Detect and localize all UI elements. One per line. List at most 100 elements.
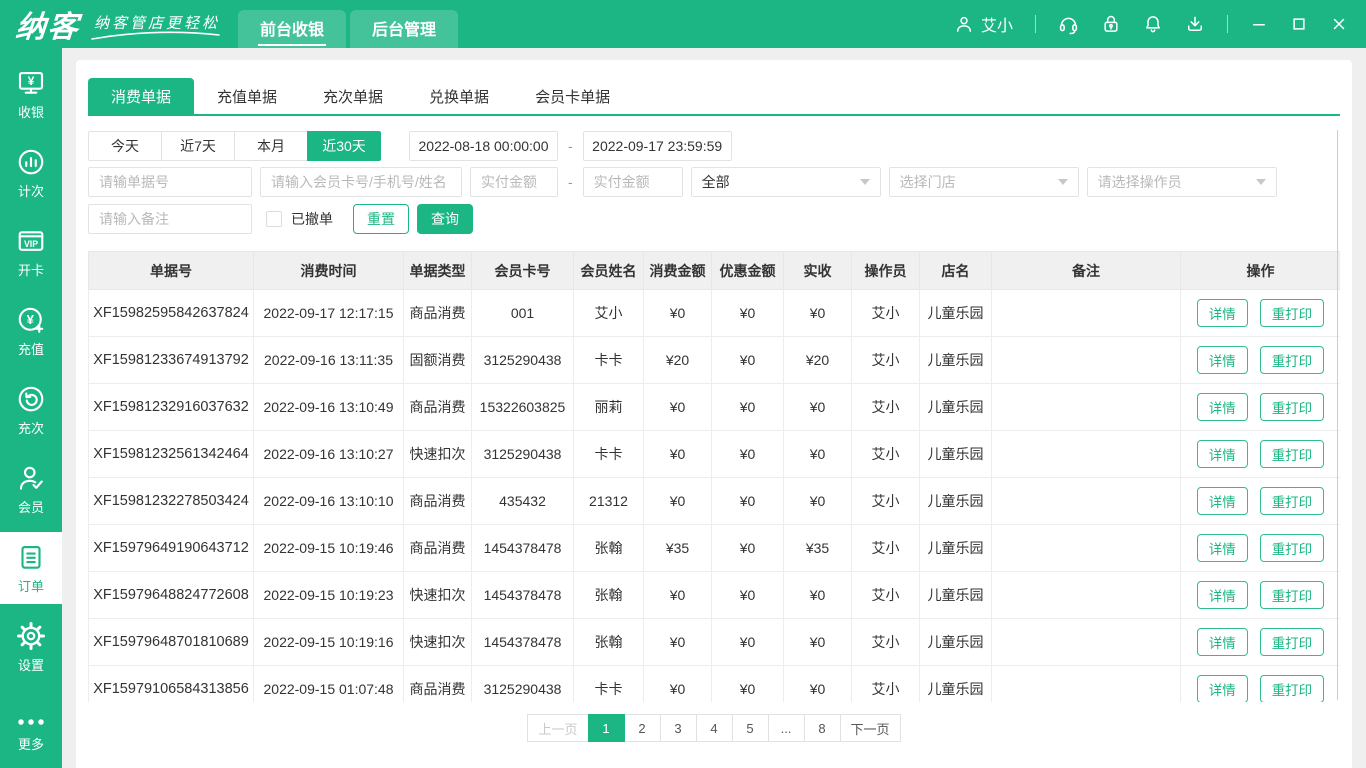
cell-member-name: 卡卡 (574, 431, 644, 478)
close-icon[interactable] (1330, 15, 1348, 33)
sidebar-item-more[interactable]: 更多 (0, 704, 62, 762)
cell-actions: 详情 重打印 (1181, 290, 1341, 337)
detail-button[interactable]: 详情 (1197, 487, 1248, 515)
next-page-button[interactable]: 下一页 (840, 714, 901, 742)
support-headset-icon[interactable] (1058, 14, 1079, 35)
detail-button[interactable]: 详情 (1197, 675, 1248, 702)
detail-button[interactable]: 详情 (1197, 628, 1248, 656)
tab-recharge-orders[interactable]: 充值单据 (194, 78, 300, 114)
reprint-button[interactable]: 重打印 (1260, 346, 1325, 374)
cell-actions: 详情 重打印 (1181, 337, 1341, 384)
sidebar-item-label: 更多 (18, 734, 44, 753)
sidebar-item-counting[interactable]: 计次 (0, 137, 62, 209)
cell-order-no: XF15981233674913792 (89, 337, 254, 384)
tab-recharge-times-orders[interactable]: 充次单据 (300, 78, 406, 114)
sidebar-item-recharge[interactable]: ¥ 充值 (0, 295, 62, 367)
nav-tab-front-cashier[interactable]: 前台收银 (238, 10, 346, 48)
detail-button[interactable]: 详情 (1197, 440, 1248, 468)
reprint-button[interactable]: 重打印 (1260, 487, 1325, 515)
slogan-underline (90, 30, 222, 42)
range-today-button[interactable]: 今天 (88, 131, 162, 161)
page-button-2[interactable]: 2 (624, 714, 661, 742)
type-select[interactable]: 全部 (691, 167, 881, 197)
user-menu[interactable]: 艾小 (954, 12, 1013, 36)
range-30days-button[interactable]: 近30天 (307, 131, 381, 161)
recharge-times-icon (16, 384, 46, 414)
reprint-button[interactable]: 重打印 (1260, 581, 1325, 609)
sidebar-item-members[interactable]: 会员 (0, 453, 62, 525)
date-to-input[interactable] (583, 131, 732, 161)
reprint-button[interactable]: 重打印 (1260, 299, 1325, 327)
orders-table: 单据号 消费时间 单据类型 会员卡号 会员姓名 消费金额 优惠金额 实收 操作员… (88, 251, 1340, 702)
cancelled-checkbox-wrap[interactable]: 已撤单 (266, 209, 333, 229)
sidebar-item-recharge-times[interactable]: 充次 (0, 374, 62, 446)
cancelled-checkbox[interactable] (266, 211, 282, 227)
reprint-button[interactable]: 重打印 (1260, 393, 1325, 421)
prev-page-button[interactable]: 上一页 (527, 714, 588, 742)
cell-order-type: 快速扣次 (404, 431, 472, 478)
detail-button[interactable]: 详情 (1197, 299, 1248, 327)
cell-paid-amount: ¥0 (784, 666, 852, 703)
cell-member-name: 艾小 (574, 290, 644, 337)
sidebar-item-settings[interactable]: 设置 (0, 611, 62, 683)
page-button-1[interactable]: 1 (588, 714, 625, 742)
col-header: 会员姓名 (574, 252, 644, 290)
amount-min-input[interactable] (470, 167, 558, 197)
col-header: 消费金额 (644, 252, 712, 290)
operator-select[interactable]: 请选择操作员 (1087, 167, 1277, 197)
detail-button[interactable]: 详情 (1197, 581, 1248, 609)
reprint-button[interactable]: 重打印 (1260, 675, 1325, 702)
cell-paid-amount: ¥0 (784, 572, 852, 619)
tab-member-card-orders[interactable]: 会员卡单据 (512, 78, 633, 114)
scrollbar[interactable] (1337, 130, 1338, 700)
cell-operator: 艾小 (852, 478, 920, 525)
search-button[interactable]: 查询 (417, 204, 473, 234)
tab-exchange-orders[interactable]: 兑换单据 (406, 78, 512, 114)
amount-max-input[interactable] (583, 167, 683, 197)
reprint-button[interactable]: 重打印 (1260, 440, 1325, 468)
recharge-icon: ¥ (16, 305, 46, 335)
sidebar-item-label: 会员 (18, 497, 44, 516)
store-select[interactable]: 选择门店 (889, 167, 1079, 197)
member-search-input[interactable] (260, 167, 462, 197)
cell-consume-amount: ¥0 (644, 384, 712, 431)
remark-input[interactable] (88, 204, 252, 234)
col-header: 单据号 (89, 252, 254, 290)
page-button-3[interactable]: 3 (660, 714, 697, 742)
order-no-input[interactable] (88, 167, 252, 197)
maximize-icon[interactable] (1290, 15, 1308, 33)
cell-discount-amount: ¥0 (712, 525, 784, 572)
reprint-button[interactable]: 重打印 (1260, 628, 1325, 656)
range-7days-button[interactable]: 近7天 (161, 131, 235, 161)
filter-row-actions: 已撤单 重置 查询 (88, 204, 1340, 234)
download-icon[interactable] (1185, 14, 1205, 34)
page-button-8[interactable]: 8 (804, 714, 841, 742)
detail-button[interactable]: 详情 (1197, 346, 1248, 374)
page-ellipsis[interactable]: ... (768, 714, 805, 742)
cell-actions: 详情 重打印 (1181, 431, 1341, 478)
page-button-5[interactable]: 5 (732, 714, 769, 742)
sidebar-item-cashier[interactable]: ¥ 收银 (0, 58, 62, 130)
tab-consume-orders[interactable]: 消费单据 (88, 78, 194, 114)
page-button-4[interactable]: 4 (696, 714, 733, 742)
date-from-input[interactable] (409, 131, 558, 161)
cell-card-no: 3125290438 (472, 337, 574, 384)
tab-label: 兑换单据 (429, 86, 489, 107)
nav-tab-backend[interactable]: 后台管理 (350, 10, 458, 48)
reset-button[interactable]: 重置 (353, 204, 409, 234)
cell-remark (992, 666, 1181, 703)
minimize-icon[interactable] (1250, 15, 1268, 33)
cell-paid-amount: ¥20 (784, 337, 852, 384)
detail-button[interactable]: 详情 (1197, 393, 1248, 421)
sidebar-item-orders[interactable]: 订单 (0, 532, 62, 604)
cell-order-no: XF15981232278503424 (89, 478, 254, 525)
pagination-pages: 12345...8 (589, 714, 841, 742)
member-icon (16, 463, 46, 493)
range-month-button[interactable]: 本月 (234, 131, 308, 161)
bell-icon[interactable] (1143, 14, 1163, 34)
user-icon (954, 14, 974, 34)
detail-button[interactable]: 详情 (1197, 534, 1248, 562)
lock-icon[interactable] (1101, 14, 1121, 34)
sidebar-item-open-card[interactable]: VIP 开卡 (0, 216, 62, 288)
reprint-button[interactable]: 重打印 (1260, 534, 1325, 562)
